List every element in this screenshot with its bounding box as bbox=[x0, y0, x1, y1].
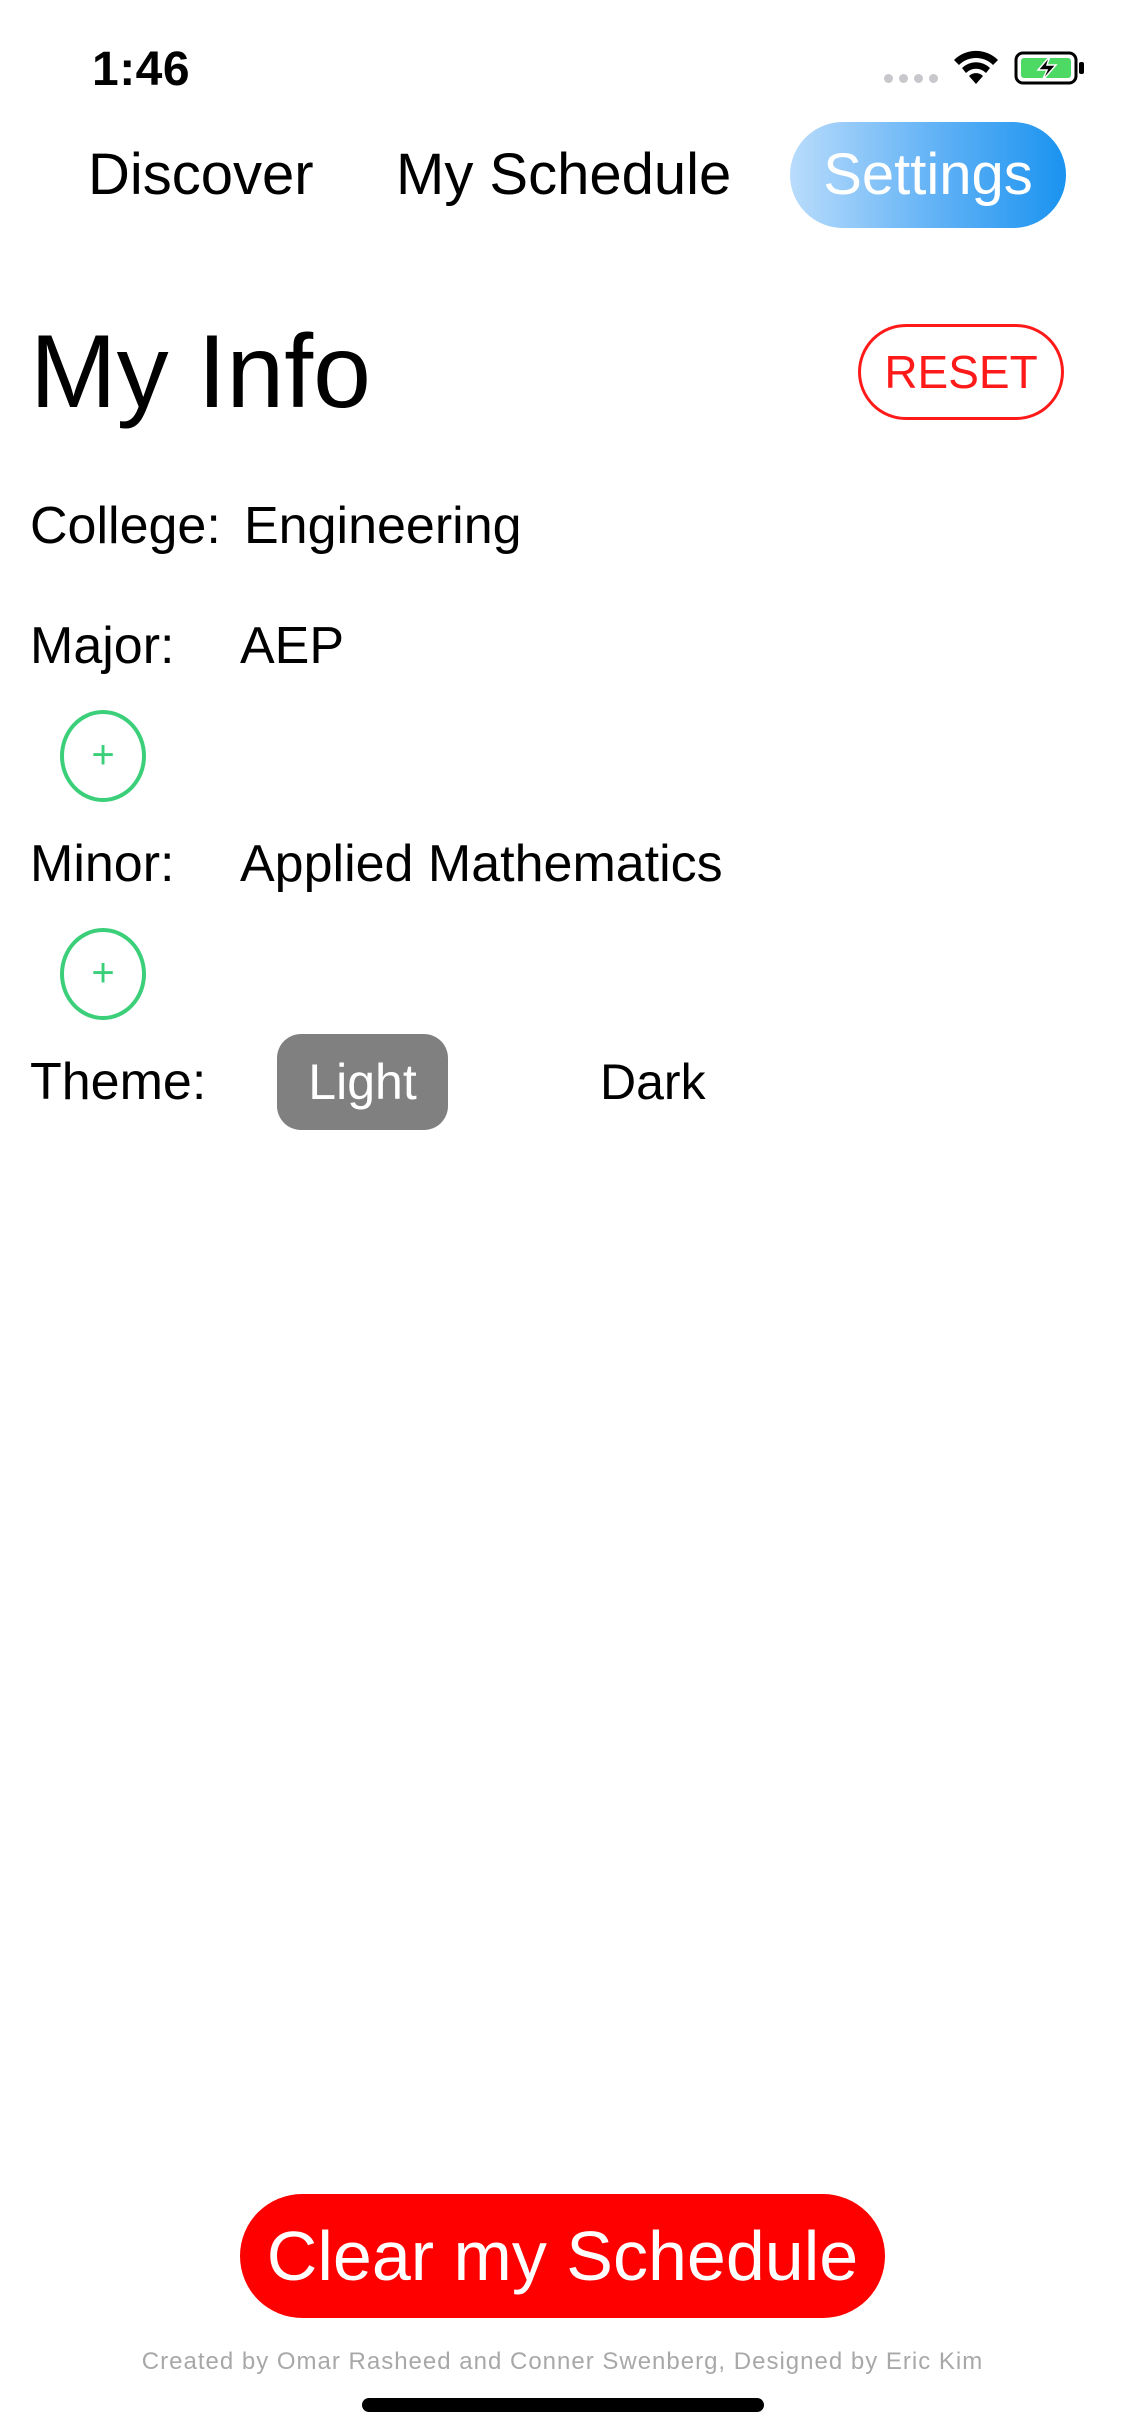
tab-settings[interactable]: Settings bbox=[790, 122, 1066, 228]
major-label: Major: bbox=[30, 617, 175, 675]
wifi-icon bbox=[954, 50, 998, 84]
battery-charging-icon bbox=[1014, 51, 1084, 85]
status-time: 1:46 bbox=[92, 43, 191, 96]
theme-light-option[interactable]: Light bbox=[277, 1034, 448, 1130]
major-value[interactable]: AEP bbox=[240, 614, 344, 678]
clear-schedule-button[interactable]: Clear my Schedule bbox=[240, 2194, 885, 2318]
college-label: College: bbox=[30, 497, 221, 555]
college-value[interactable]: Engineering bbox=[244, 494, 522, 558]
plus-icon: + bbox=[91, 951, 115, 995]
reset-button[interactable]: RESET bbox=[858, 324, 1064, 420]
plus-icon: + bbox=[91, 733, 115, 777]
page-title: My Info bbox=[30, 314, 371, 430]
add-minor-button[interactable]: + bbox=[60, 928, 146, 1020]
home-indicator[interactable] bbox=[362, 2398, 764, 2412]
minor-value[interactable]: Applied Mathematics bbox=[240, 832, 723, 896]
minor-label: Minor: bbox=[30, 835, 175, 893]
credits-text: Created by Omar Rasheed and Conner Swenb… bbox=[141, 2348, 984, 2375]
tab-my-schedule[interactable]: My Schedule bbox=[396, 122, 731, 228]
add-major-button[interactable]: + bbox=[60, 710, 146, 802]
theme-label: Theme: bbox=[30, 1053, 207, 1111]
theme-dark-option[interactable]: Dark bbox=[600, 1034, 706, 1130]
tab-discover[interactable]: Discover bbox=[88, 122, 314, 228]
cellular-signal-icon bbox=[884, 74, 938, 83]
